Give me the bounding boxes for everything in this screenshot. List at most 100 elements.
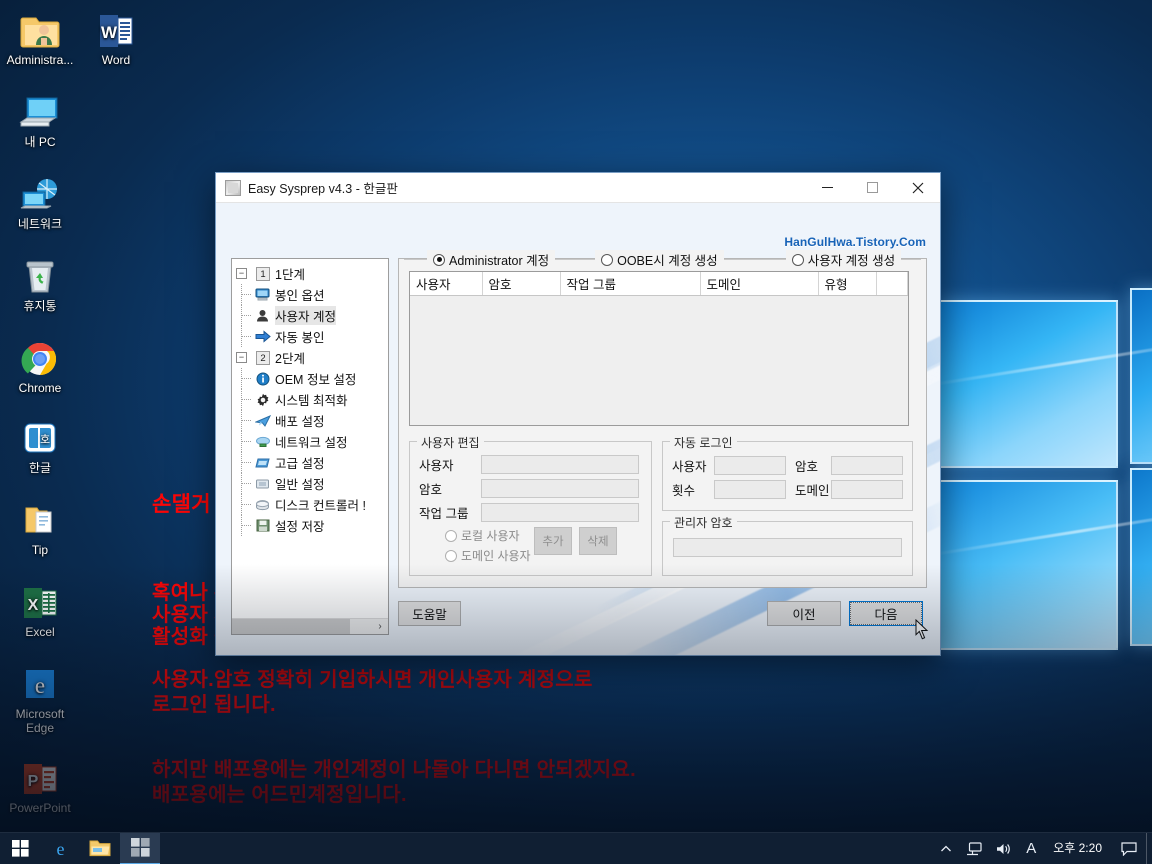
desktop-icon-label: 내 PC (24, 135, 56, 149)
annotation-text-3: 사용자.암호 정확히 기입하시면 개인사용자 계정으로 로그인 됩니다. (152, 669, 593, 716)
tree-horizontal-scrollbar[interactable]: › (232, 618, 388, 634)
close-button[interactable] (895, 173, 940, 203)
table-header-row: 사용자 암호 작업 그룹 도메인 유형 (410, 272, 908, 296)
edge-icon: e (56, 839, 64, 859)
user-icon (254, 308, 271, 323)
scroll-right-arrow-icon[interactable]: › (372, 619, 388, 634)
tree-item-label: 네트워크 설정 (275, 436, 348, 450)
desktop-icon-hangul[interactable]: 호 한글 (2, 412, 78, 475)
show-hidden-icons-button[interactable] (933, 833, 959, 864)
ime-tray-icon[interactable]: A (1019, 833, 1043, 864)
radio-indicator[interactable] (601, 253, 614, 266)
auto-login-count-field[interactable] (714, 480, 786, 499)
column-header-domain[interactable]: 도메인 (700, 272, 819, 296)
easy-sysprep-window: Easy Sysprep v4.3 - 한글판 HanGulHwa.Tistor… (215, 172, 941, 656)
navigation-tree[interactable]: − 1 1단계 봉인 옵션 사용자 계정 자동 봉인 − 2 2단계 OEM 정… (231, 258, 389, 635)
expander-icon[interactable]: − (236, 268, 247, 279)
taskbar-clock[interactable]: 오후 2:20 (1043, 842, 1112, 855)
column-header-user[interactable]: 사용자 (410, 272, 483, 296)
radio-local-user[interactable]: 로컬 사용자 (445, 527, 534, 544)
desktop-icon-chrome[interactable]: Chrome (2, 332, 78, 395)
svg-text:e: e (56, 839, 64, 859)
desktop-icon-word[interactable]: W Word (78, 4, 154, 67)
network-tray-icon[interactable] (959, 833, 989, 864)
user-edit-row-workgroup: 작업 그룹 (419, 503, 642, 522)
auto-login-user-field[interactable] (714, 456, 786, 475)
add-user-button[interactable]: 추가 (534, 527, 572, 555)
desktop-icon-edge[interactable]: e Microsoft Edge (2, 658, 78, 735)
recycle-bin-icon (2, 250, 78, 296)
folder-tip-icon (2, 494, 78, 540)
minimize-button[interactable] (805, 173, 850, 203)
account-mode-radio-group[interactable]: Administrator 계정 OOBE시 계정 생성 사용자 계정 생성 (409, 250, 918, 269)
user-name-field[interactable] (481, 455, 639, 474)
tree-item-system-optimize[interactable]: 시스템 최적화 (232, 389, 388, 410)
desktop-icon-tip[interactable]: Tip (2, 494, 78, 557)
tree-node-stage2[interactable]: − 2 2단계 (232, 347, 388, 368)
auto-login-password-field[interactable] (831, 456, 903, 475)
column-header-password[interactable]: 암호 (482, 272, 561, 296)
radio-domain-user[interactable]: 도메인 사용자 (445, 547, 534, 564)
desktop-icon-this-pc[interactable]: 내 PC (2, 86, 78, 149)
taskbar-item-easy-sysprep[interactable] (120, 832, 160, 864)
desktop-icon-administrator[interactable]: Administra... (2, 4, 78, 67)
desktop-icon-excel[interactable]: X Excel (2, 576, 78, 639)
radio-indicator[interactable] (445, 529, 457, 542)
taskbar-item-file-explorer[interactable] (80, 833, 120, 864)
desktop-icon-powerpoint[interactable]: P PowerPoint (2, 752, 78, 815)
save-icon (254, 518, 271, 533)
tree-item-user-account[interactable]: 사용자 계정 (232, 305, 388, 326)
this-pc-icon (2, 86, 78, 132)
radio-indicator[interactable] (445, 549, 457, 562)
field-label: 횟수 (672, 484, 696, 498)
action-center-button[interactable] (1112, 833, 1146, 864)
radio-user-account-create[interactable]: 사용자 계정 생성 (785, 250, 902, 269)
tree-item-auto-seal[interactable]: 자동 봉인 (232, 326, 388, 347)
auto-login-domain-field[interactable] (831, 480, 903, 499)
previous-button[interactable]: 이전 (767, 601, 841, 626)
desktop-icon-network[interactable]: 네트워크 (2, 168, 78, 231)
show-desktop-button[interactable] (1146, 832, 1152, 864)
radio-indicator[interactable] (433, 253, 445, 266)
tree-item-advanced-settings[interactable]: 고급 설정 (232, 452, 388, 473)
radio-oobe-account[interactable]: OOBE시 계정 생성 (595, 250, 724, 269)
desktop-icon-recycle-bin[interactable]: 휴지통 (2, 250, 78, 313)
taskbar-item-edge[interactable]: e (40, 833, 80, 864)
scrollbar-thumb[interactable] (232, 619, 350, 634)
user-accounts-table[interactable]: 사용자 암호 작업 그룹 도메인 유형 (409, 271, 909, 426)
auto-login-legend: 자동 로그인 (670, 434, 737, 451)
tree-item-save-settings[interactable]: 설정 저장 (232, 515, 388, 536)
start-button[interactable] (0, 833, 40, 864)
expander-icon[interactable]: − (236, 352, 247, 363)
start-icon (11, 840, 29, 857)
field-label: 사용자 (419, 459, 454, 473)
tree-item-disk-controller[interactable]: 디스크 컨트롤러 ! (232, 494, 388, 515)
desktop-icon-label: Administra... (6, 53, 74, 67)
volume-tray-icon[interactable] (989, 833, 1019, 864)
network-cloud-icon (254, 434, 271, 449)
user-workgroup-field[interactable] (481, 503, 639, 522)
tree-item-deploy-settings[interactable]: 배포 설정 (232, 410, 388, 431)
svg-text:P: P (28, 773, 39, 790)
user-password-field[interactable] (481, 479, 639, 498)
radio-indicator[interactable] (791, 253, 804, 266)
radio-administrator-account[interactable]: Administrator 계정 (427, 250, 556, 269)
delete-user-button[interactable]: 삭제 (579, 527, 617, 555)
column-header-type[interactable]: 유형 (818, 272, 877, 296)
help-button[interactable]: 도움말 (398, 601, 461, 626)
window-titlebar[interactable]: Easy Sysprep v4.3 - 한글판 (216, 173, 940, 203)
admin-password-field[interactable] (673, 538, 902, 557)
gear-icon (254, 392, 271, 407)
tree-item-general-settings[interactable]: 일반 설정 (232, 473, 388, 494)
next-button-label: 다음 (850, 602, 922, 625)
tree-item-network-settings[interactable]: 네트워크 설정 (232, 431, 388, 452)
tree-node-stage1[interactable]: − 1 1단계 (232, 263, 388, 284)
next-button[interactable]: 다음 (849, 601, 923, 626)
column-header-workgroup[interactable]: 작업 그룹 (560, 272, 701, 296)
column-header-blank[interactable] (876, 272, 908, 296)
tree-item-seal-options[interactable]: 봉인 옵션 (232, 284, 388, 305)
tree-item-oem-info[interactable]: OEM 정보 설정 (232, 368, 388, 389)
field-label: 도메인 (795, 484, 830, 498)
maximize-button[interactable] (850, 173, 895, 203)
tree-node-label: 2단계 (275, 352, 305, 366)
